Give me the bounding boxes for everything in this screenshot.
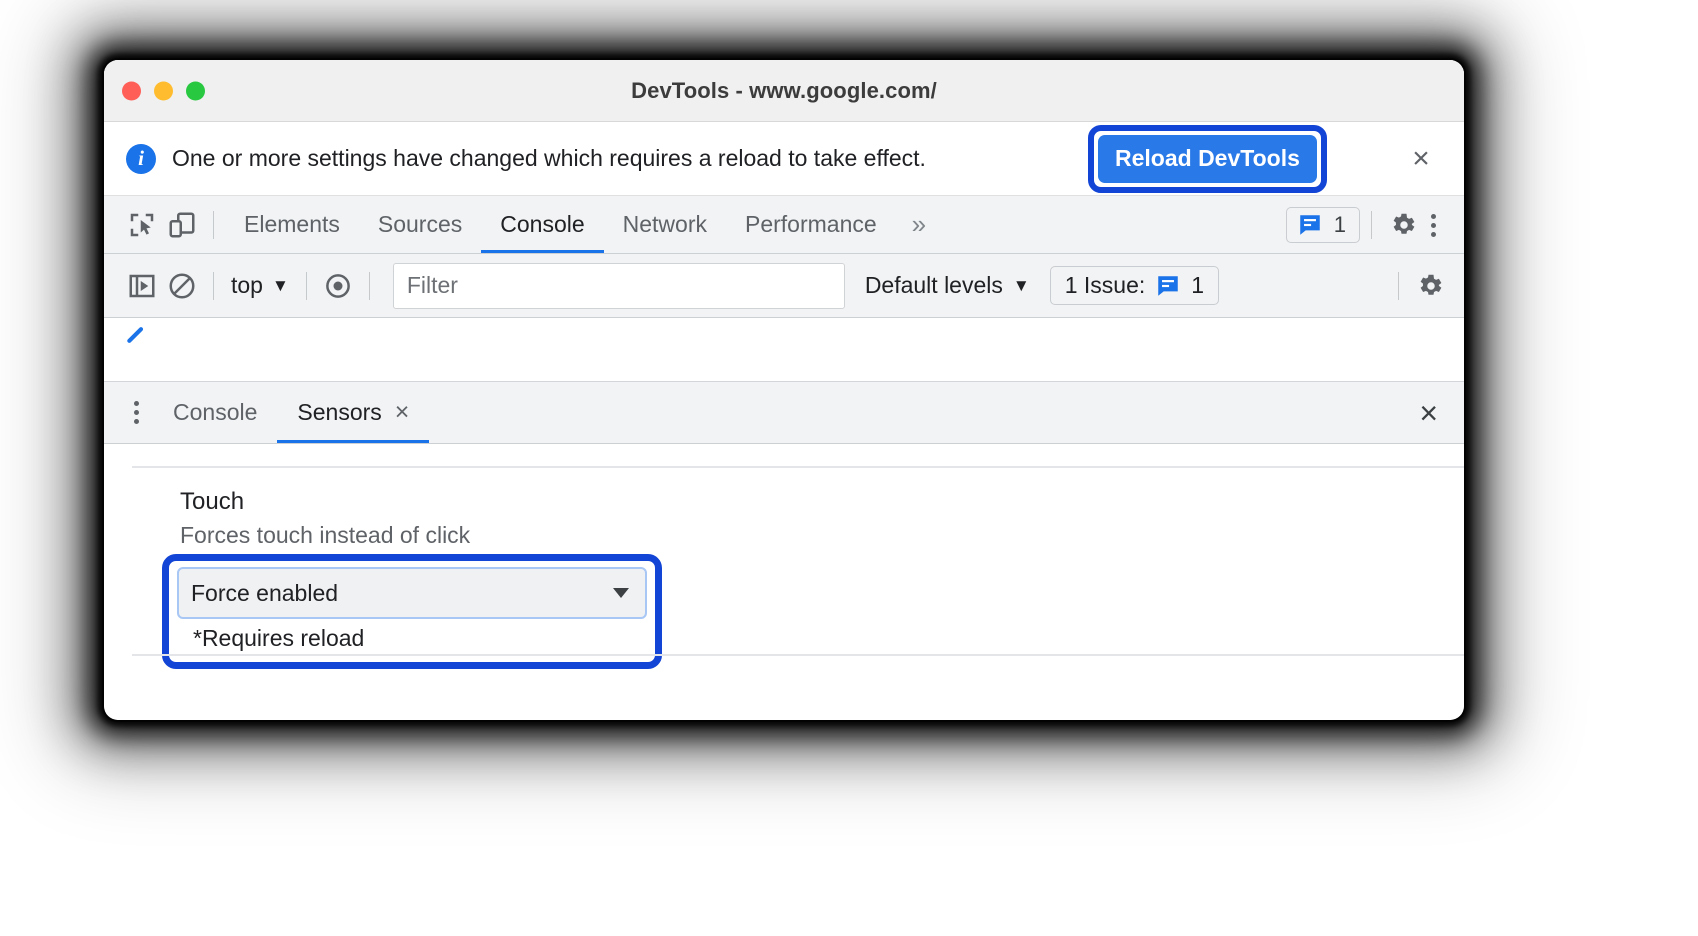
main-toolbar: Elements Sources Console Network Perform… [104, 196, 1464, 254]
panel-divider-top [132, 466, 1464, 468]
highlight-ring-reload: Reload DevTools [1088, 124, 1327, 193]
touch-select-box: Force enabled [177, 567, 647, 619]
reload-devtools-highlight-wrapper: Reload DevTools [1088, 124, 1327, 193]
gear-icon[interactable] [1383, 205, 1423, 245]
banner-message: One or more settings have changed which … [172, 145, 926, 171]
console-sidebar-icon[interactable] [122, 266, 162, 306]
gear-icon[interactable] [1410, 266, 1450, 306]
log-levels-label: Default levels [864, 272, 1003, 298]
eye-icon[interactable] [318, 266, 358, 306]
clear-console-icon[interactable] [162, 266, 202, 306]
drawer-tab-label: Sensors [297, 399, 382, 425]
close-window-button[interactable] [122, 81, 141, 100]
highlight-ring-touch-select: Force enabled *Requires reload [162, 554, 662, 669]
toolbar-divider [213, 210, 214, 239]
drawer-close-icon[interactable]: × [1419, 397, 1438, 429]
chevron-down-icon: ▼ [1012, 275, 1030, 295]
log-levels-selector[interactable]: Default levels ▼ [865, 272, 1030, 299]
touch-select[interactable]: Force enabled [177, 567, 647, 619]
console-toolbar-right [1387, 254, 1450, 318]
console-prompt-caret-icon [127, 327, 144, 343]
info-icon: i [126, 143, 156, 174]
panel-divider-bottom [132, 654, 1464, 656]
tab-console[interactable]: Console [481, 196, 603, 253]
device-toolbar-icon[interactable] [162, 205, 202, 245]
settings-changed-banner: i One or more settings have changed whic… [104, 122, 1464, 196]
issues-counter-button[interactable]: 1 [1285, 207, 1360, 243]
tab-elements[interactable]: Elements [225, 196, 359, 253]
requires-reload-note: *Requires reload [193, 625, 365, 651]
toolbar-divider [305, 271, 307, 300]
toolbar-divider [213, 271, 214, 300]
touch-section-title: Touch [180, 488, 245, 515]
drawer-tab-console[interactable]: Console [153, 382, 277, 443]
touch-section-description: Forces touch instead of click [180, 522, 471, 548]
tab-network[interactable]: Network [604, 196, 726, 253]
issue-message-icon [1300, 215, 1320, 235]
drawer-tab-label: Console [173, 399, 258, 425]
devtools-window: DevTools - www.google.com/ i One or more… [104, 60, 1464, 720]
console-toolbar: top ▼ Default levels ▼ 1 Issue: 1 [104, 254, 1464, 318]
kebab-menu-icon[interactable] [1423, 208, 1444, 243]
issue-message-icon [1158, 275, 1179, 296]
chevron-down-icon: ▼ [271, 275, 289, 295]
drawer-tab-close-icon[interactable]: × [395, 398, 410, 427]
inspect-element-icon[interactable] [122, 205, 162, 245]
more-tabs-icon[interactable]: » [896, 209, 942, 240]
issues-bar-button[interactable]: 1 Issue: 1 [1049, 266, 1220, 305]
banner-close-icon[interactable]: × [1404, 142, 1438, 176]
issues-label: 1 Issue: [1064, 272, 1146, 298]
drawer-tab-sensors[interactable]: Sensors × [277, 382, 429, 443]
filter-input[interactable] [392, 262, 845, 309]
minimize-window-button[interactable] [154, 81, 173, 100]
drawer-kebab-menu-icon[interactable] [126, 395, 147, 430]
console-output-area[interactable] [104, 318, 1464, 382]
execution-context-selector[interactable]: top ▼ [225, 272, 295, 299]
drawer-tabbar: Console Sensors × × [104, 382, 1464, 444]
issues-count: 1 [1191, 272, 1205, 298]
toolbar-divider [1398, 272, 1399, 300]
toolbar-divider [368, 271, 370, 300]
tab-sources[interactable]: Sources [359, 196, 481, 253]
reload-devtools-button[interactable]: Reload DevTools [1098, 134, 1317, 183]
toolbar-divider [1371, 211, 1372, 239]
window-title: DevTools - www.google.com/ [631, 77, 937, 103]
tab-performance[interactable]: Performance [726, 196, 896, 253]
main-toolbar-right: 1 [1285, 196, 1450, 254]
sensors-panel: Touch Forces touch instead of click Forc… [104, 444, 1464, 669]
window-titlebar: DevTools - www.google.com/ [104, 60, 1464, 122]
traffic-lights [122, 81, 205, 100]
issues-count: 1 [1333, 212, 1346, 237]
maximize-window-button[interactable] [186, 81, 205, 100]
execution-context-label: top [231, 272, 263, 298]
